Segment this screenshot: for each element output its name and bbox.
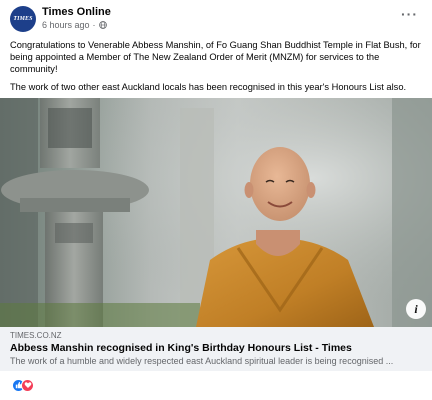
facebook-post: TIMES Times Online 6 hours ago · ··· Con… — [0, 0, 432, 400]
avatar-logo-text: TIMES — [13, 16, 33, 22]
page-name-link[interactable]: Times Online — [42, 6, 111, 18]
link-title[interactable]: Abbess Manshin recognised in King's Birt… — [10, 341, 422, 355]
page-avatar[interactable]: TIMES — [10, 6, 36, 32]
post-photo[interactable]: i — [0, 98, 432, 327]
reactions-summary[interactable] — [12, 378, 34, 392]
info-icon[interactable]: i — [406, 299, 426, 319]
post-header: TIMES Times Online 6 hours ago · ··· — [10, 5, 422, 35]
link-domain: TIMES.CO.NZ — [10, 331, 62, 340]
globe-icon — [98, 21, 107, 29]
blurred-pillar-left — [0, 98, 38, 327]
blurred-greenery — [0, 303, 200, 327]
link-description: The work of a humble and widely respecte… — [10, 356, 394, 366]
post-meta: 6 hours ago · — [42, 20, 107, 30]
caption-paragraph-1: Congratulations to Venerable Abbess Mans… — [10, 40, 421, 74]
post-caption: Congratulations to Venerable Abbess Mans… — [10, 39, 424, 99]
blurred-pillar-right — [392, 98, 432, 327]
more-options-icon[interactable]: ··· — [401, 7, 418, 21]
photo-illustration — [0, 98, 432, 327]
love-reaction-icon — [21, 378, 34, 392]
link-preview[interactable]: TIMES.CO.NZ Abbess Manshin recognised in… — [0, 327, 432, 371]
meta-separator: · — [92, 20, 96, 30]
heart-glyph — [24, 382, 31, 389]
caption-paragraph-2: The work of two other east Auckland loca… — [10, 82, 407, 92]
post-timestamp[interactable]: 6 hours ago — [42, 20, 90, 30]
